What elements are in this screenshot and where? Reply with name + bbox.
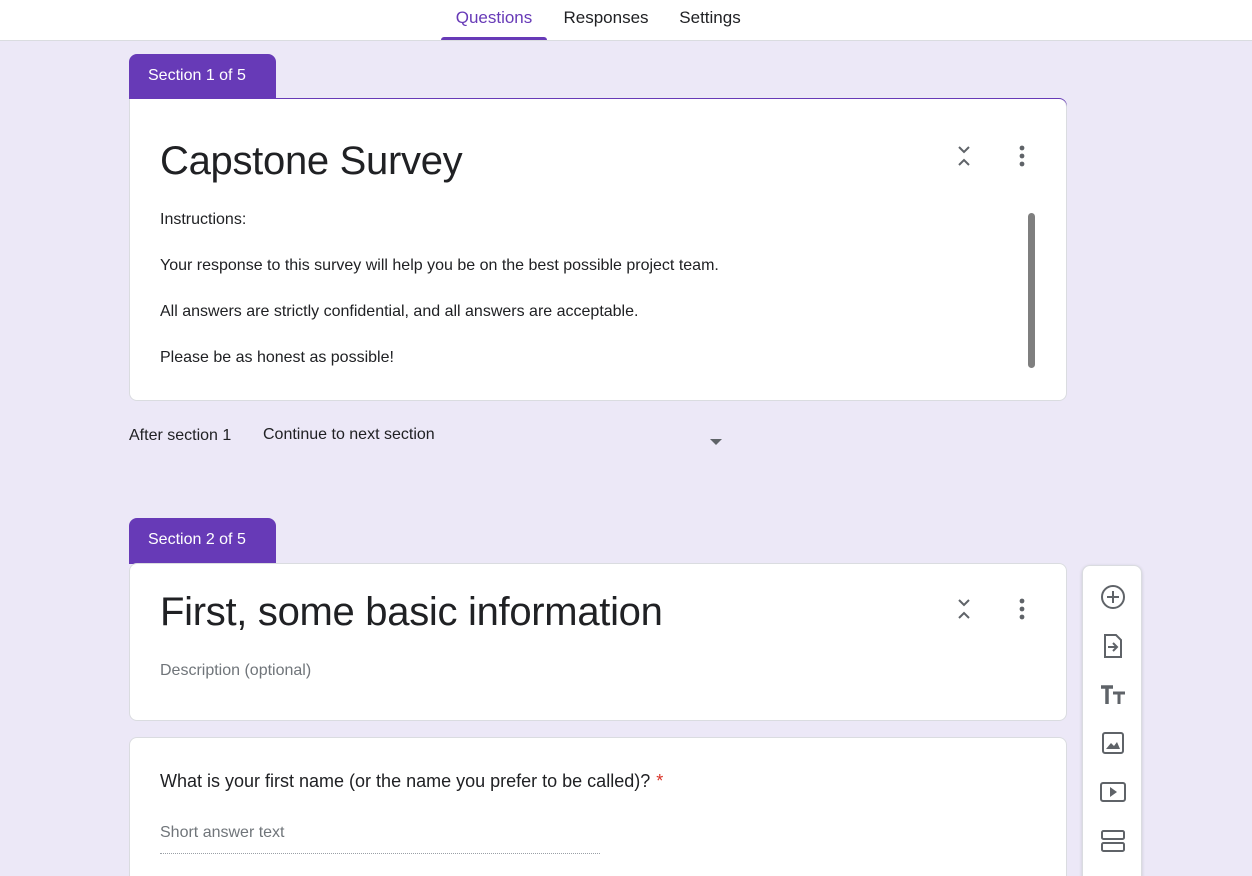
form-title[interactable]: Capstone Survey: [160, 139, 463, 184]
more-options-icon[interactable]: [1007, 141, 1037, 171]
collapse-section-icon[interactable]: [949, 141, 979, 171]
section-title[interactable]: First, some basic information: [160, 590, 663, 635]
section-1-badge: Section 1 of 5: [129, 54, 276, 100]
tab-questions[interactable]: Questions: [441, 0, 547, 40]
after-section-select[interactable]: Continue to next section: [263, 426, 435, 444]
question-card[interactable]: What is your first name (or the name you…: [129, 737, 1067, 876]
question-text: What is your first name (or the name you…: [160, 771, 651, 791]
add-image-icon[interactable]: [1098, 728, 1128, 758]
dropdown-arrow-icon[interactable]: [709, 433, 723, 451]
more-options-icon[interactable]: [1007, 594, 1037, 624]
tab-responses[interactable]: Responses: [560, 0, 652, 40]
description-line: Your response to this survey will help y…: [160, 257, 719, 274]
section-2-badge: Section 2 of 5: [129, 518, 276, 564]
section-1-card[interactable]: Capstone Survey Instructions: Your respo…: [129, 99, 1067, 401]
description-line: Instructions:: [160, 211, 247, 228]
top-tab-bar: Questions Responses Settings: [0, 0, 1252, 41]
short-answer-field[interactable]: Short answer text: [160, 824, 600, 854]
section-description-placeholder[interactable]: Description (optional): [160, 662, 311, 680]
add-question-icon[interactable]: [1098, 582, 1128, 612]
description-line: All answers are strictly confidential, a…: [160, 303, 639, 320]
tab-settings[interactable]: Settings: [674, 0, 746, 40]
side-toolbar: [1082, 565, 1142, 876]
add-video-icon[interactable]: [1098, 777, 1128, 807]
description-line: Please be as honest as possible!: [160, 349, 394, 366]
section-2-card[interactable]: First, some basic information Descriptio…: [129, 563, 1067, 721]
required-asterisk: *: [656, 771, 664, 791]
import-questions-icon[interactable]: [1098, 631, 1128, 661]
question-title[interactable]: What is your first name (or the name you…: [160, 771, 663, 792]
add-section-icon[interactable]: [1098, 826, 1128, 856]
after-section-label: After section 1: [129, 427, 232, 444]
collapse-section-icon[interactable]: [949, 594, 979, 624]
add-title-icon[interactable]: [1098, 680, 1128, 710]
description-scrollbar[interactable]: [1028, 213, 1035, 368]
